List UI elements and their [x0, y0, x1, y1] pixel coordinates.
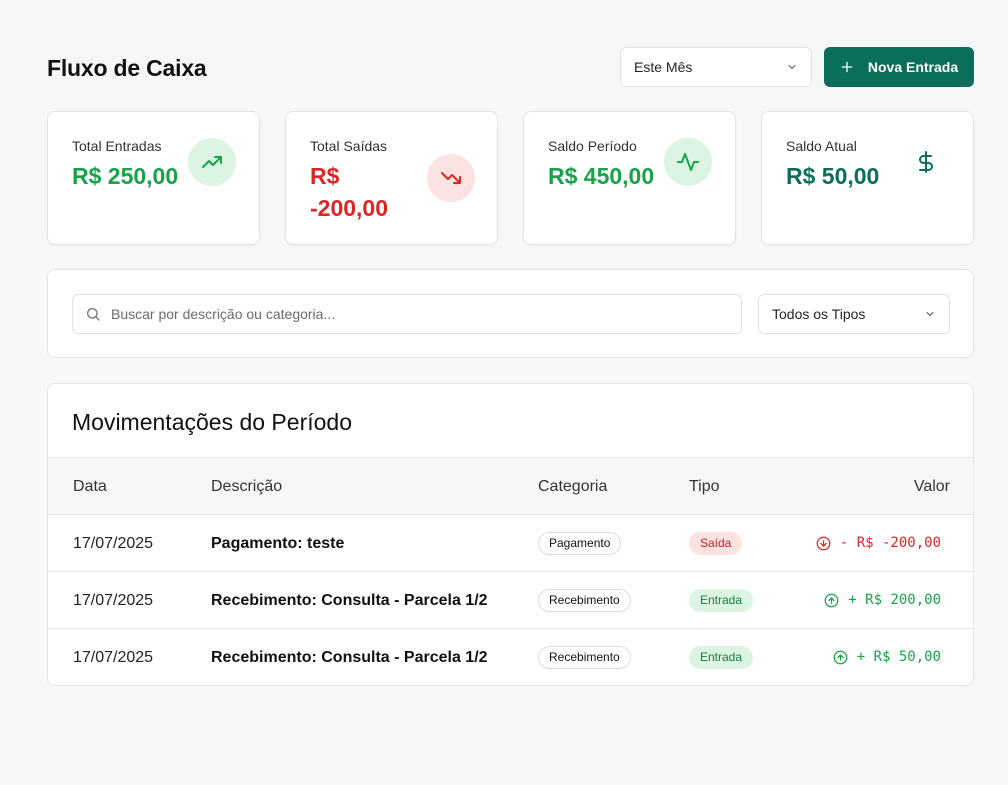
type-badge: Entrada: [689, 646, 754, 669]
column-header-descricao: Descrição: [211, 478, 283, 495]
category-badge: Recebimento: [538, 589, 631, 612]
column-header-categoria: Categoria: [538, 478, 608, 495]
cell-data: 17/07/2025: [73, 649, 154, 666]
type-badge: Entrada: [689, 589, 754, 612]
card-saldo-atual: Saldo Atual R$ 50,00: [761, 111, 974, 245]
new-entry-label: Nova Entrada: [867, 59, 959, 75]
column-header-data: Data: [73, 478, 107, 495]
card-label: Total Saídas: [310, 138, 388, 154]
cell-descricao: Recebimento: Consulta - Parcela 1/2: [211, 649, 488, 666]
dollar-sign-icon: [902, 138, 950, 186]
chevron-down-icon: [788, 65, 796, 69]
card-label: Saldo Atual: [786, 138, 857, 154]
search-box[interactable]: [72, 294, 742, 334]
transactions-table-card: Movimentações do Período Data Descrição …: [47, 383, 974, 686]
arrow-up-circle-icon: [824, 593, 839, 608]
cell-data: 17/07/2025: [73, 592, 154, 609]
card-label: Saldo Período: [548, 138, 637, 154]
type-badge: Saída: [689, 532, 743, 555]
new-entry-button[interactable]: Nova Entrada: [824, 47, 974, 87]
category-badge: Recebimento: [538, 646, 631, 669]
activity-icon: [664, 138, 712, 186]
category-badge: Pagamento: [538, 532, 622, 555]
trending-up-icon: [188, 138, 236, 186]
filters-panel: Todos os Tipos: [47, 269, 974, 358]
cell-valor: + R$ 200,00: [824, 572, 941, 629]
type-select-value: Todos os Tipos: [772, 306, 866, 322]
valor-text: - R$ -200,00: [839, 535, 941, 551]
card-value: R$ 50,00: [786, 163, 880, 189]
card-value: R$ 250,00: [72, 163, 179, 189]
page-header: Fluxo de Caixa Este Mês Nova Entrada: [47, 47, 974, 87]
search-icon: [87, 308, 100, 321]
card-total-saidas: Total Saídas R$ -200,00: [285, 111, 498, 245]
card-value-line1: R$: [310, 163, 340, 189]
card-label: Total Entradas: [72, 138, 162, 154]
chevron-down-icon: [926, 312, 934, 316]
table-row[interactable]: 17/07/2025 Recebimento: Consulta - Parce…: [48, 629, 973, 685]
period-select[interactable]: Este Mês: [620, 47, 812, 87]
table-row[interactable]: 17/07/2025 Recebimento: Consulta - Parce…: [48, 572, 973, 629]
table-header: Data Descrição Categoria Tipo Valor: [48, 457, 973, 515]
cell-valor: - R$ -200,00: [816, 515, 941, 572]
page-title: Fluxo de Caixa: [47, 55, 207, 81]
card-value: R$ -200,00: [310, 160, 388, 224]
table-row[interactable]: 17/07/2025 Pagamento: teste Pagamento Sa…: [48, 515, 973, 572]
valor-text: + R$ 50,00: [856, 649, 941, 665]
cell-descricao: Pagamento: teste: [211, 535, 345, 552]
search-input[interactable]: [111, 306, 711, 322]
valor-text: + R$ 200,00: [848, 592, 941, 608]
table-title: Movimentações do Período: [72, 409, 352, 435]
arrow-up-circle-icon: [833, 650, 848, 665]
card-value: R$ 450,00: [548, 163, 655, 189]
cell-data: 17/07/2025: [73, 535, 154, 552]
type-select[interactable]: Todos os Tipos: [758, 294, 950, 334]
period-select-value: Este Mês: [634, 59, 693, 75]
column-header-tipo: Tipo: [689, 478, 720, 495]
summary-cards: Total Entradas R$ 250,00 Total Saídas R$…: [47, 111, 974, 245]
card-total-entradas: Total Entradas R$ 250,00: [47, 111, 260, 245]
plus-icon: [841, 61, 853, 73]
trending-down-icon: [427, 154, 475, 202]
arrow-down-circle-icon: [816, 536, 831, 551]
column-header-valor: Valor: [913, 478, 950, 495]
card-value-line2: -200,00: [310, 195, 389, 221]
cell-valor: + R$ 50,00: [833, 629, 941, 685]
cell-descricao: Recebimento: Consulta - Parcela 1/2: [211, 592, 488, 609]
card-saldo-periodo: Saldo Período R$ 450,00: [523, 111, 736, 245]
